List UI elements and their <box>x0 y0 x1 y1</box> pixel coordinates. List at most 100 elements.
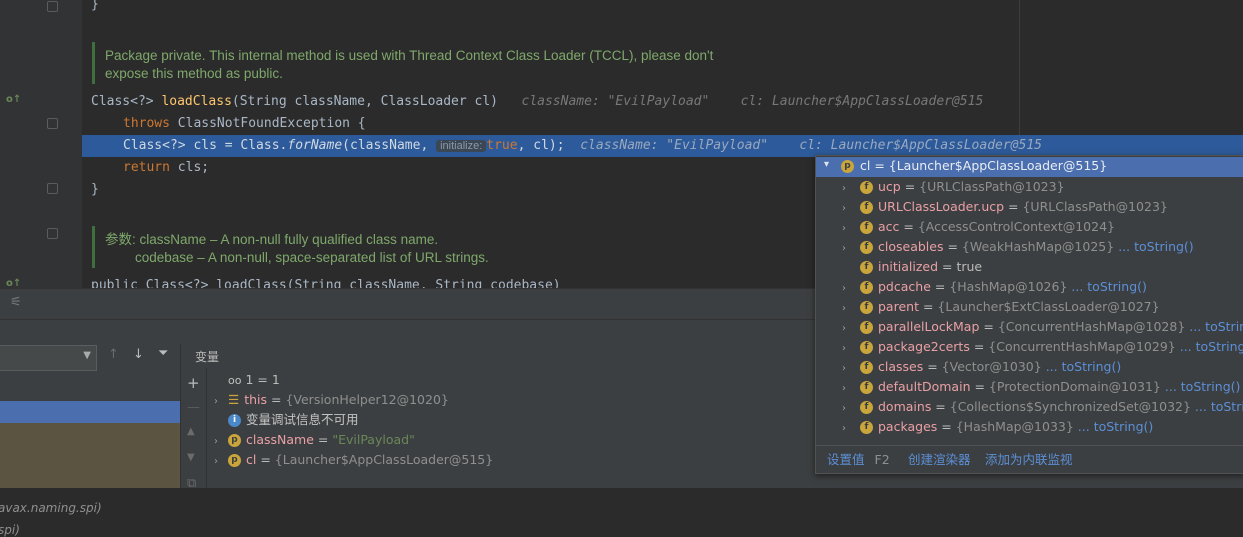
fold-marker[interactable] <box>47 1 58 12</box>
expand-arrow-icon[interactable]: › <box>824 299 860 319</box>
frames-pane[interactable]: ▼ ↑ ↓ ⏷ avax.naming.spi) spi) <box>0 344 181 537</box>
code-line[interactable]: } <box>91 0 99 16</box>
field-name: closeables <box>878 239 944 254</box>
selected-frame[interactable] <box>0 401 180 423</box>
expand-arrow-icon[interactable]: › <box>824 379 860 399</box>
popup-field-row[interactable]: › f parent = {Launcher$ExtClassLoader@1027… <box>824 297 1160 317</box>
doc-bar <box>92 226 95 268</box>
editor-gutter[interactable]: o↑ o↑ <box>0 0 82 288</box>
add-watch-icon[interactable]: + <box>187 374 200 392</box>
filter-icon[interactable]: ⏷ <box>158 346 168 361</box>
create-renderer-button[interactable]: 创建渲染器 <box>908 446 971 474</box>
popup-field-row[interactable]: › f closeables = {WeakHashMap@1025} ... to… <box>824 237 1194 257</box>
popup-field-row[interactable]: › f parallelLockMap = {ConcurrentHashMap@1… <box>824 317 1243 337</box>
popup-field-row[interactable]: › f acc = {AccessControlContext@1024} <box>824 217 1115 237</box>
expand-arrow-icon[interactable]: › <box>214 432 228 452</box>
expand-arrow-icon[interactable]: › <box>824 239 860 259</box>
field-icon: f <box>860 361 873 374</box>
expand-arrow-icon[interactable]: › <box>824 319 860 339</box>
field-value: {WeakHashMap@1025} <box>961 239 1115 254</box>
popup-header-row[interactable]: ▾ p cl = {Launcher$AppClassLoader@515} <box>816 157 1243 177</box>
param-icon: p <box>228 454 241 467</box>
popup-field-row[interactable]: › f defaultDomain = {ProtectionDomain@1031… <box>824 377 1240 397</box>
to-string-link[interactable]: ... toString() <box>1046 359 1122 374</box>
chevron-down-icon: ▼ <box>83 350 91 361</box>
thread-selector[interactable]: ▼ <box>0 345 97 371</box>
field-icon: f <box>860 381 873 394</box>
field-icon: f <box>860 341 873 354</box>
field-name: package2certs <box>878 339 970 354</box>
fold-marker[interactable] <box>47 183 58 194</box>
override-gutter-icon[interactable]: o↑ <box>6 278 21 288</box>
fold-marker[interactable] <box>47 118 58 129</box>
popup-field-row[interactable]: › f package2certs = {ConcurrentHashMap@102… <box>824 337 1243 357</box>
field-icon: f <box>860 321 873 334</box>
field-name: parallelLockMap <box>878 319 980 334</box>
code-line-next[interactable]: public Class<?> loadClass(String classNa… <box>91 275 561 288</box>
arrow-down-icon[interactable]: ↓ <box>133 347 144 362</box>
parameter-hint: initialize: <box>436 140 487 152</box>
expand-arrow-icon[interactable]: › <box>824 199 860 219</box>
to-string-link[interactable]: ... toString() <box>1078 419 1154 434</box>
add-inline-watch-button[interactable]: 添加为内联监视 <box>985 446 1073 474</box>
remove-icon[interactable]: — <box>187 400 200 415</box>
field-value: {Vector@1030} <box>941 359 1042 374</box>
field-name: classes <box>878 359 924 374</box>
expand-arrow-icon[interactable]: › <box>824 399 860 419</box>
layout-icon[interactable]: ⚟ <box>10 295 22 310</box>
code-line[interactable]: } <box>91 179 99 201</box>
to-string-link[interactable]: ... toString() <box>1118 239 1194 254</box>
popup-field-row[interactable]: › f classes = {Vector@1030} ... toString() <box>824 357 1121 377</box>
code-line-return[interactable]: return cls; <box>123 157 209 179</box>
expand-arrow-icon[interactable]: › <box>214 392 228 412</box>
popup-field-row[interactable]: f initialized = true <box>824 257 982 277</box>
doc-comment-line: codebase – A non-null, space-separated l… <box>105 250 489 265</box>
variable-row[interactable]: i 变量调试信息不可用 <box>214 410 359 430</box>
chevron-down-icon[interactable]: ▾ <box>824 159 829 170</box>
library-frames <box>0 423 180 488</box>
doc-comment-line: expose this method as public. <box>105 66 283 81</box>
expand-arrow-icon[interactable]: › <box>214 452 228 472</box>
to-string-link[interactable]: ... toString() <box>1189 319 1243 334</box>
fold-marker[interactable] <box>47 228 58 239</box>
code-line-current[interactable]: Class<?> cls = Class.forName(className, … <box>123 135 1042 157</box>
code-line-signature[interactable]: Class<?> loadClass(String className, Cla… <box>91 91 983 113</box>
variables-title: 变量 <box>195 350 220 364</box>
field-value: {ConcurrentHashMap@1029} <box>988 339 1176 354</box>
frame-item[interactable]: avax.naming.spi) <box>0 501 102 515</box>
to-string-link[interactable]: ... toString() <box>1195 399 1243 414</box>
move-up-icon[interactable]: ▲ <box>187 426 195 437</box>
code-line-throws[interactable]: throws ClassNotFoundException { <box>123 113 366 135</box>
variable-row[interactable]: › ☰ this = {VersionHelper12@1020} <box>214 390 449 410</box>
field-value: {ProtectionDomain@1031} <box>988 379 1161 394</box>
info-icon: i <box>228 414 241 427</box>
variable-row[interactable]: › p className = "EvilPayload" <box>214 430 415 450</box>
field-icon: f <box>860 281 873 294</box>
field-icon: f <box>860 181 873 194</box>
to-string-link[interactable]: ... toString() <box>1165 379 1241 394</box>
expand-arrow-icon[interactable]: › <box>824 179 860 199</box>
override-gutter-icon[interactable]: o↑ <box>6 94 21 105</box>
to-string-link[interactable]: ... toString() <box>1071 279 1147 294</box>
frame-item[interactable]: spi) <box>0 523 20 537</box>
move-down-icon[interactable]: ▼ <box>187 452 195 463</box>
set-value-button[interactable]: 设置值 F2 <box>827 446 890 474</box>
expand-arrow-icon[interactable]: › <box>824 339 860 359</box>
popup-field-row[interactable]: › f pdcache = {HashMap@1026} ... toString(… <box>824 277 1147 297</box>
to-string-link[interactable]: ... toString() <box>1180 339 1243 354</box>
popup-field-row[interactable]: › f URLClassLoader.ucp = {URLClassPath@102… <box>824 197 1168 217</box>
popup-field-row[interactable]: › f ucp = {URLClassPath@1023} <box>824 177 1065 197</box>
doc-bar <box>92 42 95 84</box>
variable-row[interactable]: oo 1 = 1 <box>214 370 280 390</box>
popup-field-row[interactable]: › f packages = {HashMap@1033} ... toString… <box>824 417 1153 437</box>
arrow-up-icon[interactable]: ↑ <box>108 347 119 362</box>
expand-arrow-icon[interactable]: › <box>824 359 860 379</box>
field-name: packages <box>878 419 938 434</box>
expand-arrow-icon[interactable]: › <box>824 219 860 239</box>
copy-icon[interactable]: ⧉ <box>187 476 196 491</box>
variable-row[interactable]: › p cl = {Launcher$AppClassLoader@515} <box>214 450 493 470</box>
expand-arrow-icon[interactable]: › <box>824 279 860 299</box>
expand-arrow-icon[interactable]: › <box>824 419 860 439</box>
variable-inspect-popup[interactable]: ▾ p cl = {Launcher$AppClassLoader@515} ›… <box>815 155 1243 474</box>
popup-field-row[interactable]: › f domains = {Collections$SynchronizedSet… <box>824 397 1243 417</box>
